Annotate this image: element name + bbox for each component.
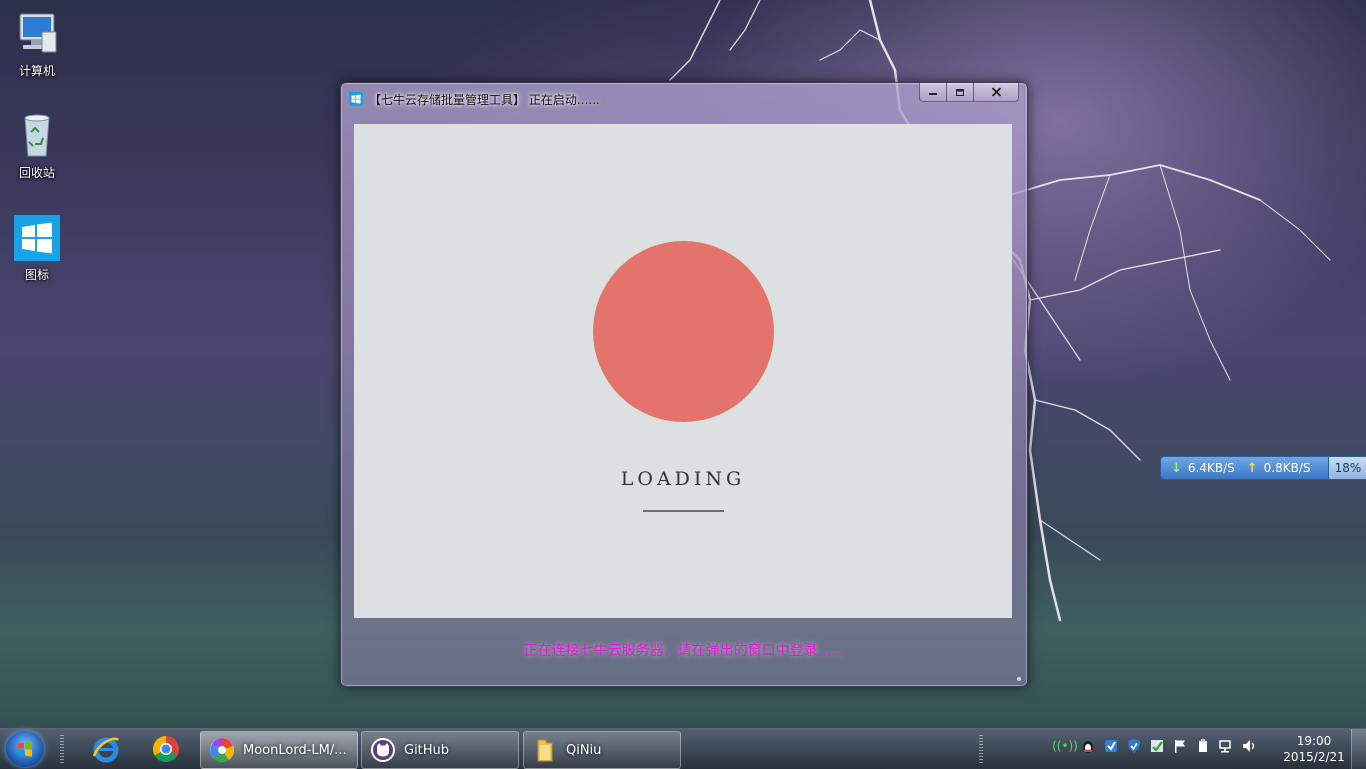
close-icon [991, 87, 1001, 97]
action-center-flag-icon[interactable] [1171, 737, 1189, 755]
loading-panel: LOADING [354, 124, 1012, 618]
desktop-icon-label: 图标 [24, 268, 49, 282]
loading-underline [643, 510, 724, 512]
app-window: 【七牛云存储批量管理工具】 正在启动...... LOADING 正在连接七牛云… [340, 82, 1028, 687]
security-shield-icon[interactable] [1125, 737, 1143, 755]
system-clock[interactable]: 19:00 2015/2/21 [1278, 733, 1350, 765]
volume-icon[interactable] [1240, 737, 1258, 755]
tray-grip [979, 735, 983, 763]
windows-logo-icon [13, 214, 61, 262]
app-windows-icon [349, 92, 363, 106]
download-arrow-icon: ↓ [1171, 460, 1182, 476]
loading-circle [593, 241, 774, 422]
window-controls [919, 83, 1019, 102]
usb-device-icon[interactable] [1194, 737, 1212, 755]
network-icon[interactable] [1217, 737, 1235, 755]
task-label: MoonLord-LM/... [243, 742, 347, 758]
task-label: GitHub [404, 742, 450, 758]
clock-date: 2015/2/21 [1283, 750, 1345, 764]
upload-speed: 0.8KB/S [1263, 461, 1311, 475]
close-button[interactable] [974, 83, 1019, 102]
folder-icon [537, 739, 553, 762]
wifi-signal-icon[interactable]: ((•)) [1052, 737, 1078, 755]
desktop-icon-computer[interactable]: 计算机 [8, 10, 66, 79]
minimize-icon [929, 93, 937, 95]
desktop-icon-label: 回收站 [18, 166, 55, 180]
windows-flag-icon [18, 741, 32, 757]
show-desktop-button[interactable] [1351, 729, 1366, 769]
chrome-icon [152, 735, 179, 763]
picasa-icon [210, 738, 234, 763]
maximize-button[interactable] [947, 83, 974, 102]
taskbar-item-qiniu[interactable]: QiNiu [523, 731, 681, 769]
pinned-ie[interactable] [80, 732, 132, 766]
window-titlebar[interactable]: 【七牛云存储批量管理工具】 正在启动...... [349, 89, 917, 109]
system-tray: ((•)) [1052, 737, 1258, 755]
start-button[interactable] [6, 731, 44, 767]
software-update-icon[interactable] [1102, 737, 1120, 755]
minimize-button[interactable] [919, 83, 947, 102]
recycle-bin-icon [13, 112, 61, 160]
resize-grip[interactable] [1017, 677, 1021, 681]
pinned-chrome[interactable] [140, 732, 192, 766]
antivirus-icon[interactable] [1148, 737, 1166, 755]
qq-penguin-icon[interactable] [1079, 737, 1097, 755]
loading-text: LOADING [620, 468, 746, 490]
window-title: 【七牛云存储批量管理工具】 正在启动...... [369, 92, 600, 107]
taskbar-item-github[interactable]: GitHub [361, 731, 519, 769]
taskbar-grip [60, 735, 64, 763]
internet-explorer-icon [92, 737, 119, 763]
network-speed-widget[interactable]: ↓ 6.4KB/S ↑ 0.8KB/S 18% [1160, 456, 1366, 480]
usage-percent: 18% [1328, 457, 1366, 479]
upload-arrow-icon: ↑ [1246, 460, 1258, 476]
desktop-icon-tubiao[interactable]: 图标 [8, 214, 66, 283]
status-message: 正在连接七牛云服务器，请在弹出的窗口中登录...... [523, 643, 845, 659]
download-speed: 6.4KB/S [1187, 461, 1235, 475]
computer-icon [13, 10, 61, 58]
desktop-icon-recycle-bin[interactable]: 回收站 [8, 112, 66, 181]
taskbar: MoonLord-LM/... GitHub QiNiu ((•)) 19:00… [0, 728, 1366, 769]
desktop-icon-label: 计算机 [18, 64, 55, 78]
task-label: QiNiu [566, 742, 602, 758]
github-icon [371, 738, 395, 762]
taskbar-item-moonlord[interactable]: MoonLord-LM/... [200, 731, 358, 769]
clock-time: 19:00 [1296, 734, 1332, 748]
restore-icon [956, 89, 964, 96]
